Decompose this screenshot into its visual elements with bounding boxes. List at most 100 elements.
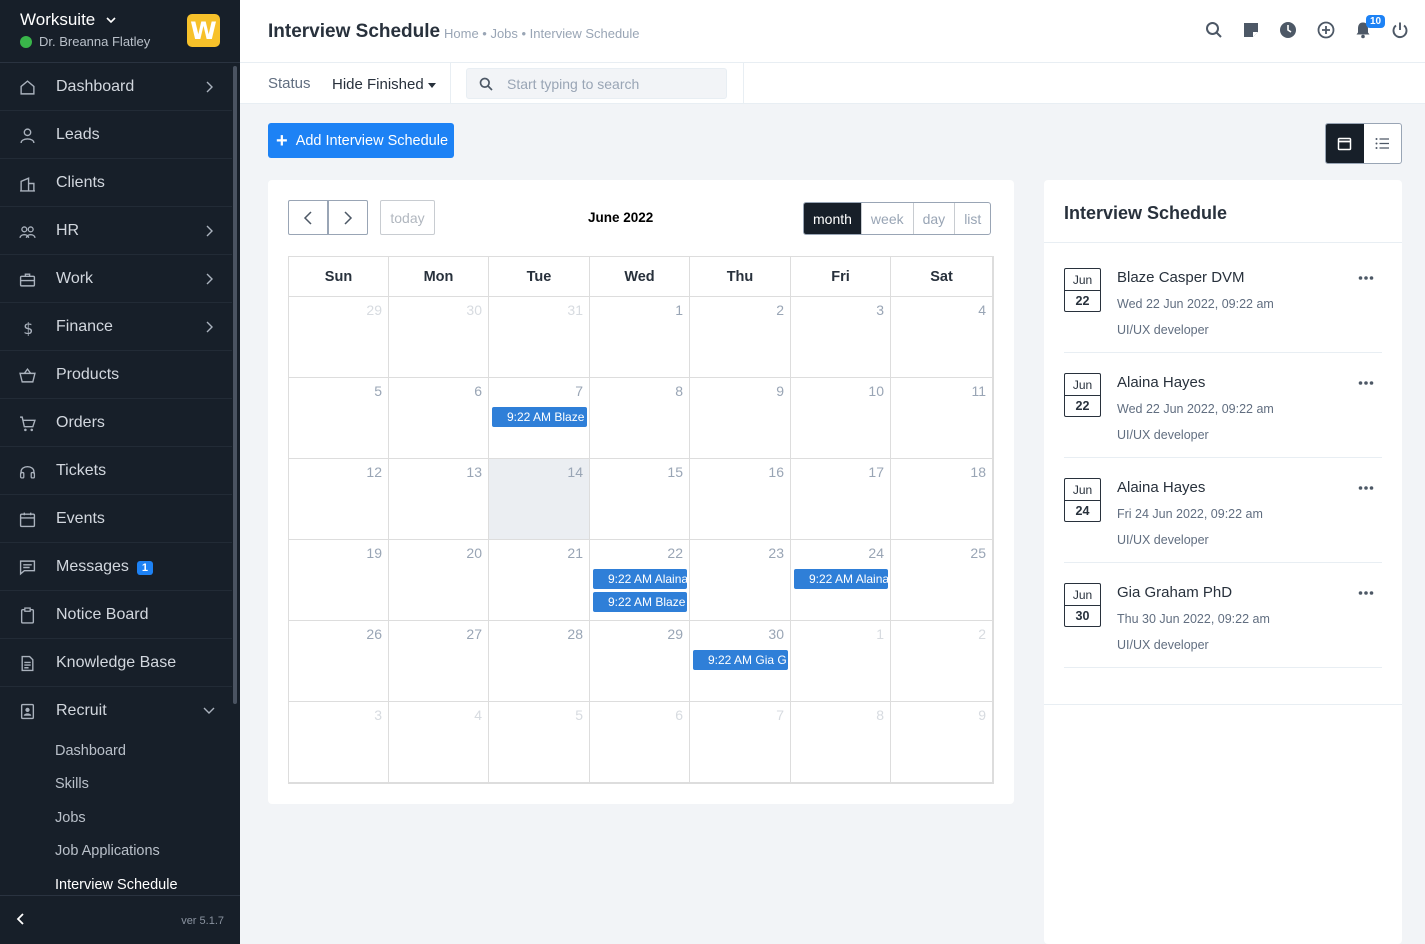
sidebar-item-events[interactable]: Events (0, 495, 232, 543)
day-number[interactable]: 20 (466, 545, 482, 561)
day-cell[interactable]: 30 (389, 297, 489, 378)
company-switcher[interactable]: Worksuite (20, 10, 117, 30)
day-cell[interactable]: 2 (690, 297, 791, 378)
day-number[interactable]: 1 (876, 626, 884, 642)
day-number[interactable]: 19 (366, 545, 382, 561)
day-cell[interactable]: 8 (791, 702, 891, 783)
sidebar-item-dashboard[interactable]: Dashboard (0, 63, 232, 111)
day-number[interactable]: 10 (868, 383, 884, 399)
day-number[interactable]: 16 (768, 464, 784, 480)
day-cell[interactable]: 13 (389, 459, 489, 540)
sidebar-item-knowledge-base[interactable]: Knowledge Base (0, 639, 232, 687)
day-number[interactable]: 6 (675, 707, 683, 723)
day-cell[interactable]: 28 (489, 621, 590, 702)
day-cell[interactable]: 3 (289, 702, 389, 783)
day-number[interactable]: 30 (466, 302, 482, 318)
sidebar-subitem-interview-schedule[interactable]: Interview Schedule (55, 877, 178, 893)
sidebar-item-finance[interactable]: $ Finance (0, 303, 232, 351)
day-cell[interactable]: 1 (791, 621, 891, 702)
day-cell[interactable]: 22 9:22 AM Alaina 9:22 AM Blaze (590, 540, 690, 621)
day-cell[interactable]: 18 (891, 459, 993, 540)
candidate-name[interactable]: Alaina Hayes (1117, 479, 1205, 496)
sidebar-item-orders[interactable]: Orders (0, 399, 232, 447)
day-cell[interactable]: 29 (289, 297, 389, 378)
more-options-icon[interactable] (1358, 275, 1374, 281)
day-number[interactable]: 8 (876, 707, 884, 723)
day-number[interactable]: 31 (567, 302, 583, 318)
day-number[interactable]: 12 (366, 464, 382, 480)
day-number[interactable]: 5 (374, 383, 382, 399)
day-number[interactable]: 25 (970, 545, 986, 561)
day-cell[interactable]: 21 (489, 540, 590, 621)
day-number[interactable]: 18 (970, 464, 986, 480)
day-number[interactable]: 22 (667, 545, 683, 561)
collapse-sidebar-icon[interactable] (14, 912, 28, 926)
day-cell[interactable]: 10 (791, 378, 891, 459)
sidebar-item-hr[interactable]: HR (0, 207, 232, 255)
next-month-button[interactable] (328, 200, 368, 235)
current-user[interactable]: Dr. Breanna Flatley (20, 34, 150, 49)
calendar-event[interactable]: 9:22 AM Blaze (593, 592, 687, 612)
day-number[interactable]: 2 (978, 626, 986, 642)
today-button[interactable]: today (380, 200, 435, 235)
prev-month-button[interactable] (288, 200, 328, 235)
day-cell[interactable]: 4 (891, 297, 993, 378)
month-view-button[interactable]: month (804, 203, 861, 234)
day-cell[interactable]: 26 (289, 621, 389, 702)
day-cell[interactable]: 2 (891, 621, 993, 702)
day-cell[interactable]: 29 (590, 621, 690, 702)
sticky-note-icon[interactable] (1242, 21, 1260, 39)
day-cell[interactable]: 24 9:22 AM Alaina (791, 540, 891, 621)
sidebar-subitem-skills[interactable]: Skills (55, 776, 89, 792)
day-number[interactable]: 30 (768, 626, 784, 642)
day-number[interactable]: 24 (868, 545, 884, 561)
day-cell[interactable]: 20 (389, 540, 489, 621)
sidebar-subitem-dashboard[interactable]: Dashboard (55, 743, 126, 759)
list-view-button[interactable]: list (954, 203, 990, 234)
day-number[interactable]: 9 (978, 707, 986, 723)
add-circle-icon[interactable] (1317, 21, 1335, 39)
sidebar-item-work[interactable]: Work (0, 255, 232, 303)
calendar-event[interactable]: 9:22 AM Alaina (794, 569, 888, 589)
day-number[interactable]: 3 (876, 302, 884, 318)
schedule-item[interactable]: Jun 22 Blaze Casper DVM Wed 22 Jun 2022, 09… (1064, 248, 1382, 353)
day-number[interactable]: 6 (474, 383, 482, 399)
day-cell[interactable]: 8 (590, 378, 690, 459)
sidebar-item-recruit[interactable]: Recruit (0, 687, 232, 735)
sidebar-item-clients[interactable]: Clients (0, 159, 232, 207)
schedule-item[interactable]: Jun 24 Alaina Hayes Fri 24 Jun 2022, 09:22 … (1064, 458, 1382, 563)
day-cell[interactable]: 23 (690, 540, 791, 621)
day-cell[interactable]: 7 9:22 AM Blaze (489, 378, 590, 459)
day-cell[interactable]: 25 (891, 540, 993, 621)
day-cell[interactable]: 17 (791, 459, 891, 540)
sidebar-item-messages[interactable]: Messages 1 (0, 543, 232, 591)
day-number[interactable]: 4 (978, 302, 986, 318)
day-cell[interactable]: 31 (489, 297, 590, 378)
day-number[interactable]: 27 (466, 626, 482, 642)
day-number[interactable]: 15 (667, 464, 683, 480)
day-number[interactable]: 7 (575, 383, 583, 399)
day-cell[interactable]: 1 (590, 297, 690, 378)
status-filter-dropdown[interactable]: Hide Finished (332, 76, 436, 93)
calendar-event[interactable]: 9:22 AM Gia G (693, 650, 788, 670)
day-cell[interactable]: 15 (590, 459, 690, 540)
day-number[interactable]: 23 (768, 545, 784, 561)
week-view-button[interactable]: week (860, 203, 913, 234)
day-cell[interactable]: 6 (590, 702, 690, 783)
day-cell[interactable]: 19 (289, 540, 389, 621)
power-icon[interactable] (1391, 21, 1409, 39)
day-number[interactable]: 14 (567, 464, 583, 480)
day-number[interactable]: 17 (868, 464, 884, 480)
day-cell[interactable]: 5 (489, 702, 590, 783)
day-cell[interactable]: 3 (791, 297, 891, 378)
clock-icon[interactable] (1279, 21, 1297, 39)
add-interview-schedule-button[interactable]: + Add Interview Schedule (268, 123, 454, 158)
candidate-name[interactable]: Alaina Hayes (1117, 374, 1205, 391)
day-number[interactable]: 1 (675, 302, 683, 318)
day-number[interactable]: 28 (567, 626, 583, 642)
search-input[interactable] (507, 69, 722, 98)
day-number[interactable]: 29 (667, 626, 683, 642)
calendar-event[interactable]: 9:22 AM Blaze (492, 407, 587, 427)
more-options-icon[interactable] (1358, 485, 1374, 491)
schedule-item[interactable]: Jun 22 Alaina Hayes Wed 22 Jun 2022, 09:22 … (1064, 353, 1382, 458)
